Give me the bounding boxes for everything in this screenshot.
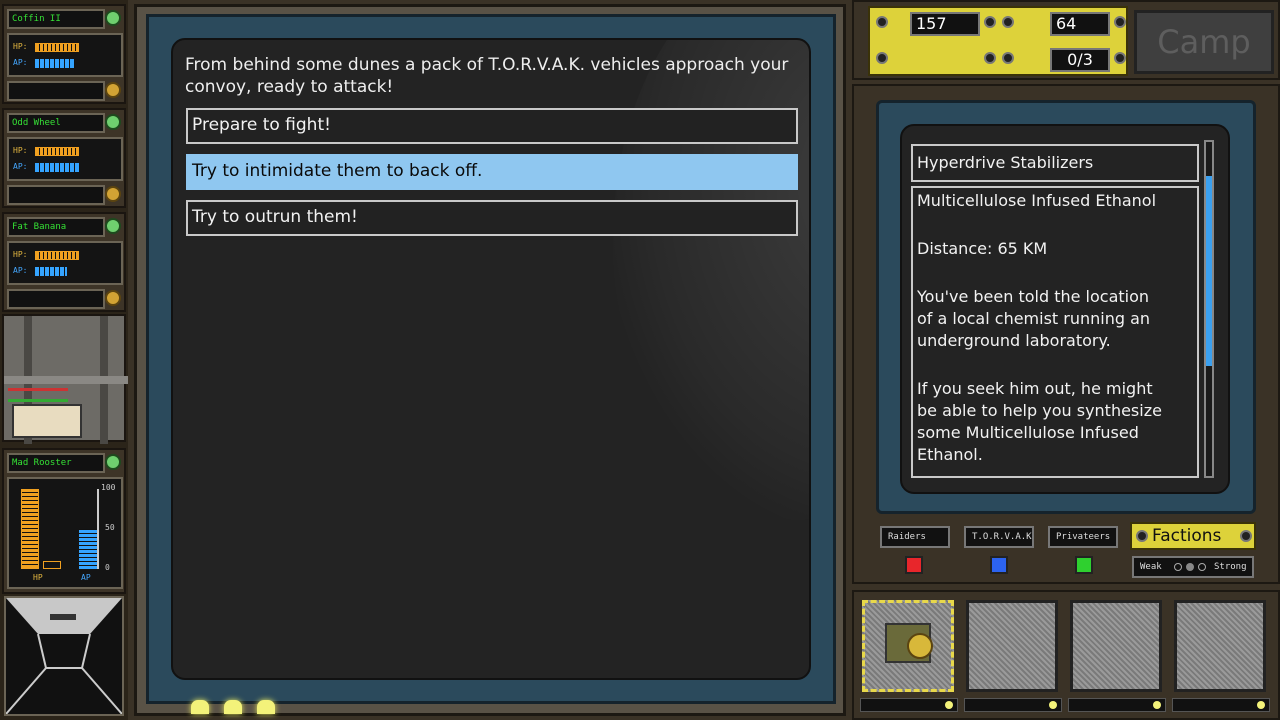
crew-toggle-button[interactable] (105, 10, 121, 26)
crew-toggle-button[interactable] (105, 454, 121, 470)
inventory-slot[interactable] (1174, 600, 1266, 692)
bolt-icon (984, 52, 996, 64)
bolt-icon (876, 52, 888, 64)
crew-stats: HP: AP: (7, 241, 123, 285)
bolt-icon (1240, 530, 1252, 542)
ap-gauge-label: AP (81, 573, 91, 582)
slot-status-bar (860, 698, 958, 712)
indicator-light (257, 700, 275, 714)
gear-icon (907, 633, 933, 659)
hp-bar (35, 147, 79, 156)
ap-gauge (79, 529, 97, 569)
crew-action-button[interactable] (105, 290, 121, 306)
bolt-icon (1136, 530, 1148, 542)
scrap-value: 157 (910, 12, 980, 36)
factions-label: Factions (1152, 526, 1222, 546)
hp-gauge (21, 489, 39, 569)
slot-status-bar (1068, 698, 1166, 712)
selected-crew-card[interactable]: Mad Rooster 100 50 0 HP AP (2, 448, 126, 594)
quest-distance: Distance: 65 KM (917, 239, 1048, 258)
hp-label: HP: (13, 42, 28, 51)
hp-label: HP: (13, 250, 28, 259)
factions-button[interactable]: Factions (1130, 522, 1256, 550)
strength-dot-icon (1174, 563, 1182, 571)
hp-gauge-label: HP (33, 573, 43, 582)
faction-status-light (990, 556, 1008, 574)
vehicle-diagram-icon (5, 598, 123, 715)
quest-title[interactable]: Hyperdrive Stabilizers (911, 144, 1199, 182)
crew-action-button[interactable] (105, 82, 121, 98)
quest-description: If you seek him out, he might be able to… (917, 379, 1162, 464)
crew-name: Odd Wheel (7, 113, 105, 133)
event-text: From behind some dunes a pack of T.O.R.V… (185, 55, 789, 97)
crew-item-slot[interactable] (7, 185, 105, 205)
fuel-value: 64 (1050, 12, 1110, 36)
inventory-slot[interactable] (966, 600, 1058, 692)
camp-button[interactable]: Camp (1134, 10, 1274, 74)
crew-name: Coffin II (7, 9, 105, 29)
hp-gauge-base (43, 561, 61, 569)
crew-gauges: 100 50 0 HP AP (7, 477, 123, 589)
quest-scrollbar-thumb[interactable] (1206, 176, 1212, 366)
quest-description: You've been told the location of a local… (917, 287, 1151, 350)
cargo-value: 0/3 (1050, 48, 1110, 72)
choice-button[interactable]: Try to intimidate them to back off. (186, 154, 798, 190)
faction-label: T.O.R.V.A.K (964, 526, 1034, 548)
indicator-light (224, 700, 242, 714)
crew-toggle-button[interactable] (105, 114, 121, 130)
crew-name: Fat Banana (7, 217, 105, 237)
crew-toggle-button[interactable] (105, 218, 121, 234)
ap-bar (35, 163, 80, 172)
slot-status-bar (1172, 698, 1270, 712)
crew-card[interactable]: Fat Banana HP: AP: (2, 212, 126, 312)
gear-icon (876, 16, 888, 28)
ap-label: AP: (13, 58, 28, 67)
hp-label: HP: (13, 146, 28, 155)
crew-action-button[interactable] (105, 186, 121, 202)
strength-dot-icon (1186, 563, 1194, 571)
crew-stats: HP: AP: (7, 137, 123, 181)
ap-bar (35, 59, 75, 68)
hp-bar (35, 251, 79, 260)
crew-card[interactable]: Odd Wheel HP: AP: (2, 108, 126, 208)
choice-button[interactable]: Prepare to fight! (186, 108, 798, 144)
ap-bar (35, 267, 67, 276)
quest-name: Multicellulose Infused Ethanol (917, 191, 1157, 210)
crew-name: Mad Rooster (7, 453, 105, 473)
faction-status-light (1075, 556, 1093, 574)
strength-dot-icon (1198, 563, 1206, 571)
scale-top-label: 100 (101, 483, 116, 492)
faction-legend: Weak Strong (1132, 556, 1254, 578)
slot-status-bar (964, 698, 1062, 712)
resource-display: 157 64 0/3 (868, 6, 1128, 76)
crew-card[interactable]: Coffin II HP: AP: (2, 4, 126, 104)
ap-label: AP: (13, 266, 28, 275)
crate-icon (1002, 52, 1014, 64)
faction-label: Privateers (1048, 526, 1118, 548)
vehicle-view[interactable] (4, 596, 124, 716)
indicator-light (191, 700, 209, 714)
legend-weak-label: Weak (1140, 562, 1162, 572)
inventory-slot[interactable] (862, 600, 954, 692)
inventory-slot[interactable] (1070, 600, 1162, 692)
scale-mid-label: 50 (105, 523, 115, 532)
scale-bottom-label: 0 (105, 563, 110, 572)
ap-label: AP: (13, 162, 28, 171)
fuel-can-icon (1002, 16, 1014, 28)
crew-item-slot[interactable] (7, 289, 105, 309)
bolt-icon (1114, 52, 1126, 64)
event-screen: From behind some dunes a pack of T.O.R.V… (171, 38, 811, 680)
faction-label: Raiders (880, 526, 950, 548)
crew-item-slot[interactable] (7, 81, 105, 101)
hp-bar (35, 43, 79, 52)
bolt-icon (1114, 16, 1126, 28)
quest-details: Multicellulose Infused Ethanol Distance:… (911, 186, 1199, 478)
choice-button[interactable]: Try to outrun them! (186, 200, 798, 236)
faction-status-light (905, 556, 923, 574)
crew-stats: HP: AP: (7, 33, 123, 77)
legend-strong-label: Strong (1214, 562, 1247, 572)
bolt-icon (984, 16, 996, 28)
engine-bay-image (2, 314, 128, 444)
